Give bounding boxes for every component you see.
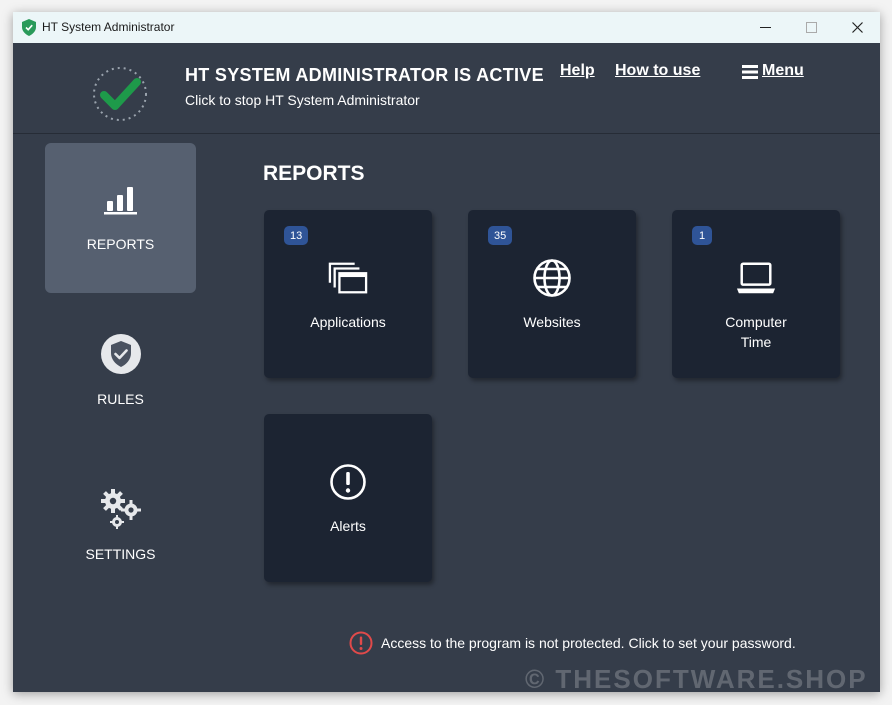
password-warning[interactable]: Access to the program is not protected. …: [349, 631, 796, 655]
section-title: REPORTS: [263, 162, 365, 185]
windows-stack-icon: [328, 258, 368, 298]
shield-check-icon: [100, 333, 142, 375]
minimize-button[interactable]: [742, 12, 788, 43]
globe-icon: [532, 258, 572, 298]
warning-icon: [349, 631, 373, 655]
bar-chart-icon: [100, 179, 142, 221]
watermark: © THESOFTWARE.SHOP: [525, 664, 868, 692]
sidebar-item-settings[interactable]: SETTINGS: [45, 453, 196, 603]
sidebar-item-reports[interactable]: REPORTS: [45, 143, 196, 293]
alert-circle-icon: [328, 462, 368, 502]
tile-alerts[interactable]: Alerts: [264, 414, 432, 582]
hamburger-icon[interactable]: [742, 65, 758, 79]
help-link[interactable]: Help: [560, 62, 595, 80]
menu-link[interactable]: Menu: [762, 62, 804, 80]
sidebar-item-label: SETTINGS: [85, 546, 156, 562]
password-warning-text[interactable]: Access to the program is not protected. …: [381, 635, 796, 651]
app-shield-icon: [22, 19, 36, 36]
tile-label: Alerts: [330, 518, 366, 534]
status-header[interactable]: HT SYSTEM ADMINISTRATOR IS ACTIVE Click …: [13, 43, 880, 134]
tile-label-line1: Computer: [725, 314, 787, 330]
active-check-icon[interactable]: [91, 65, 149, 123]
gears-icon: [100, 488, 142, 530]
sidebar-item-label: RULES: [97, 391, 144, 407]
status-title[interactable]: HT SYSTEM ADMINISTRATOR IS ACTIVE: [185, 65, 544, 86]
title-bar: HT System Administrator: [13, 12, 880, 43]
laptop-icon: [736, 258, 776, 298]
window-title: HT System Administrator: [42, 20, 175, 34]
how-to-use-link[interactable]: How to use: [615, 62, 700, 80]
tile-websites[interactable]: 35 Websites: [468, 210, 636, 378]
count-badge: 13: [284, 226, 309, 245]
close-icon: [851, 22, 863, 33]
sidebar-item-rules[interactable]: RULES: [45, 298, 196, 448]
tile-computer-time[interactable]: 1 Computer Time: [672, 210, 840, 378]
tile-label: Websites: [523, 314, 581, 330]
minimize-icon: [759, 26, 771, 28]
tile-label-line2: Time: [740, 334, 772, 350]
count-badge: 35: [488, 226, 513, 245]
tile-label: Computer Time: [672, 312, 840, 352]
count-badge: 1: [692, 226, 712, 245]
app-window: HT System Administrator HT SYSTEM ADMINI…: [13, 12, 880, 692]
tile-label: Applications: [310, 314, 386, 330]
tile-applications[interactable]: 13 Applications: [264, 210, 432, 378]
sidebar-item-label: REPORTS: [86, 236, 155, 252]
status-subtitle[interactable]: Click to stop HT System Administrator: [185, 92, 420, 108]
maximize-button[interactable]: [788, 12, 834, 43]
maximize-icon: [805, 22, 817, 33]
close-button[interactable]: [834, 12, 880, 43]
